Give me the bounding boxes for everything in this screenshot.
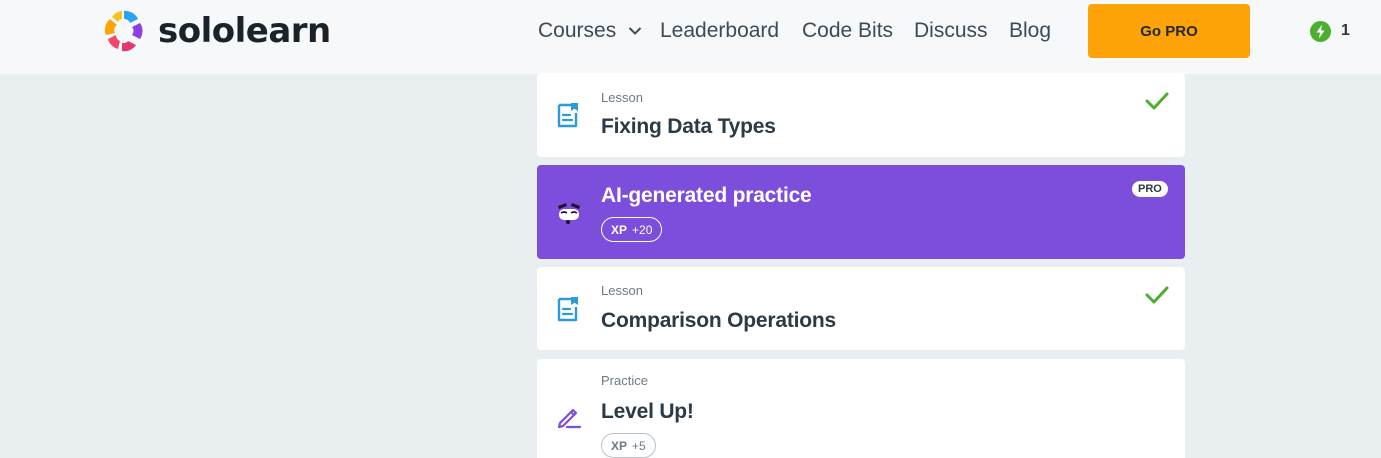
chevron-down-icon xyxy=(628,27,642,35)
item-kind-label: Lesson xyxy=(601,90,643,105)
item-title: Level Up! xyxy=(601,400,694,423)
lesson-icon xyxy=(557,297,578,322)
logo-text: sololearn xyxy=(158,11,331,51)
lesson-icon xyxy=(557,103,578,128)
top-navigation-bar: sololearn Courses Leaderboard Code Bits … xyxy=(0,0,1381,74)
pencil-icon xyxy=(557,408,582,429)
nav-code-bits-label: Code Bits xyxy=(802,19,894,42)
nav-leaderboard[interactable]: Leaderboard xyxy=(660,18,779,44)
item-kind-label: Lesson xyxy=(601,283,643,298)
lightning-bolt-icon xyxy=(1310,20,1331,42)
nav-courses[interactable]: Courses xyxy=(538,18,642,44)
xp-label: XP xyxy=(611,438,628,453)
item-kind-label: Practice xyxy=(601,373,648,388)
sololearn-logo[interactable]: sololearn xyxy=(100,7,331,55)
nav-leaderboard-label: Leaderboard xyxy=(660,19,780,42)
nav-discuss[interactable]: Discuss xyxy=(914,18,988,44)
go-pro-button[interactable]: Go PRO xyxy=(1088,4,1250,58)
nav-code-bits[interactable]: Code Bits xyxy=(802,18,893,44)
checkmark-icon xyxy=(1145,286,1169,304)
nav-blog[interactable]: Blog xyxy=(1009,18,1051,44)
item-title: Fixing Data Types xyxy=(601,115,776,138)
streak-count: 1 xyxy=(1341,22,1350,39)
checkmark-icon xyxy=(1145,92,1169,110)
sololearn-logo-icon xyxy=(104,10,143,52)
pro-badge: PRO xyxy=(1132,181,1168,197)
ai-robot-icon xyxy=(558,203,580,224)
nav-blog-label: Blog xyxy=(1009,19,1052,42)
nav-courses-label: Courses xyxy=(538,19,617,42)
xp-value: +5 xyxy=(632,438,646,453)
nav-discuss-label: Discuss xyxy=(914,19,988,42)
lesson-card-comparison-operations[interactable]: Lesson Comparison Operations xyxy=(537,267,1185,350)
streak-counter[interactable]: 1 xyxy=(1310,20,1350,42)
xp-label: XP xyxy=(611,222,628,237)
xp-reward-badge: XP +5 xyxy=(601,433,656,458)
ai-practice-card[interactable]: AI-generated practice XP +20 PRO xyxy=(537,165,1185,259)
item-title: AI-generated practice xyxy=(601,184,812,207)
lesson-card-fixing-data-types[interactable]: Lesson Fixing Data Types xyxy=(537,73,1185,157)
item-title: Comparison Operations xyxy=(601,309,837,332)
xp-reward-badge: XP +20 xyxy=(601,217,663,242)
xp-value: +20 xyxy=(632,222,653,237)
practice-card-level-up[interactable]: Practice Level Up! XP +5 xyxy=(537,359,1185,458)
